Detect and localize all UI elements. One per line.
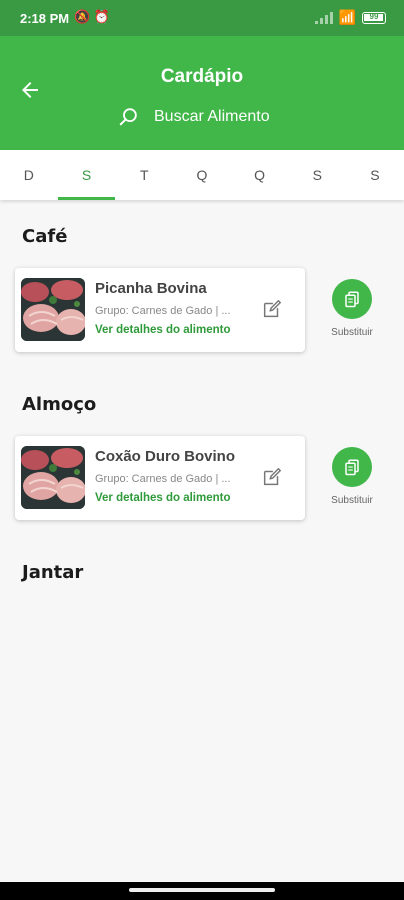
substitute-control[interactable]: Substituir: [326, 447, 378, 506]
app-bar: Cardápio Buscar Alimento: [0, 36, 404, 150]
tab-day-3[interactable]: T: [115, 150, 173, 200]
food-details-link[interactable]: Ver detalhes do alimento: [95, 324, 230, 336]
tab-day-1[interactable]: D: [0, 150, 58, 200]
status-bar: 2:18 PM 🔕 ⏰ 📶 99: [0, 0, 404, 36]
food-card[interactable]: Coxão Duro Bovino Grupo: Carnes de Gado …: [15, 436, 305, 520]
status-left-icons: 🔕 ⏰: [74, 9, 110, 25]
food-image: [21, 446, 85, 509]
food-group: Grupo: Carnes de Gado | ...: [95, 473, 231, 485]
edit-icon[interactable]: [261, 298, 283, 320]
alarm-icon: ⏰: [93, 9, 110, 24]
system-nav-bar: [0, 882, 404, 900]
home-gesture-bar[interactable]: [129, 888, 275, 892]
swap-copy-icon: [345, 291, 359, 308]
mute-icon: 🔕: [74, 9, 91, 24]
tab-day-7[interactable]: S: [346, 150, 404, 200]
meal-title-almoco: Almoço: [22, 394, 97, 415]
wifi-icon: 📶: [338, 9, 356, 25]
tab-day-5[interactable]: Q: [231, 150, 289, 200]
search-input[interactable]: Buscar Alimento: [154, 108, 270, 126]
status-time: 2:18 PM: [20, 11, 70, 26]
substitute-button[interactable]: [332, 447, 372, 487]
signal-icon: [314, 11, 333, 24]
battery-icon: 99: [362, 11, 386, 24]
food-image: [21, 278, 85, 341]
swap-copy-icon: [345, 459, 359, 476]
substitute-button[interactable]: [332, 279, 372, 319]
tab-day-6[interactable]: S: [288, 150, 346, 200]
tab-day-2[interactable]: S: [57, 150, 116, 200]
substitute-label: Substituir: [331, 327, 373, 338]
food-name: Coxão Duro Bovino: [95, 448, 236, 465]
food-card[interactable]: Picanha Bovina Grupo: Carnes de Gado | .…: [15, 268, 305, 352]
meal-title-cafe: Café: [22, 226, 68, 247]
food-name: Picanha Bovina: [95, 280, 207, 297]
day-tabs: D S T Q Q S S: [0, 150, 404, 200]
substitute-control[interactable]: Substituir: [326, 279, 378, 338]
meal-title-jantar: Jantar: [22, 562, 84, 583]
food-group: Grupo: Carnes de Gado | ...: [95, 305, 231, 317]
food-details-link[interactable]: Ver detalhes do alimento: [95, 492, 230, 504]
page-title: Cardápio: [160, 66, 244, 87]
search-icon: [119, 108, 137, 126]
edit-icon[interactable]: [261, 466, 283, 488]
search-bar[interactable]: Buscar Alimento: [118, 106, 270, 128]
battery-level: 99: [369, 11, 379, 21]
status-right-icons: 📶 99: [314, 9, 386, 26]
tab-day-4[interactable]: Q: [173, 150, 231, 200]
substitute-label: Substituir: [331, 495, 373, 506]
